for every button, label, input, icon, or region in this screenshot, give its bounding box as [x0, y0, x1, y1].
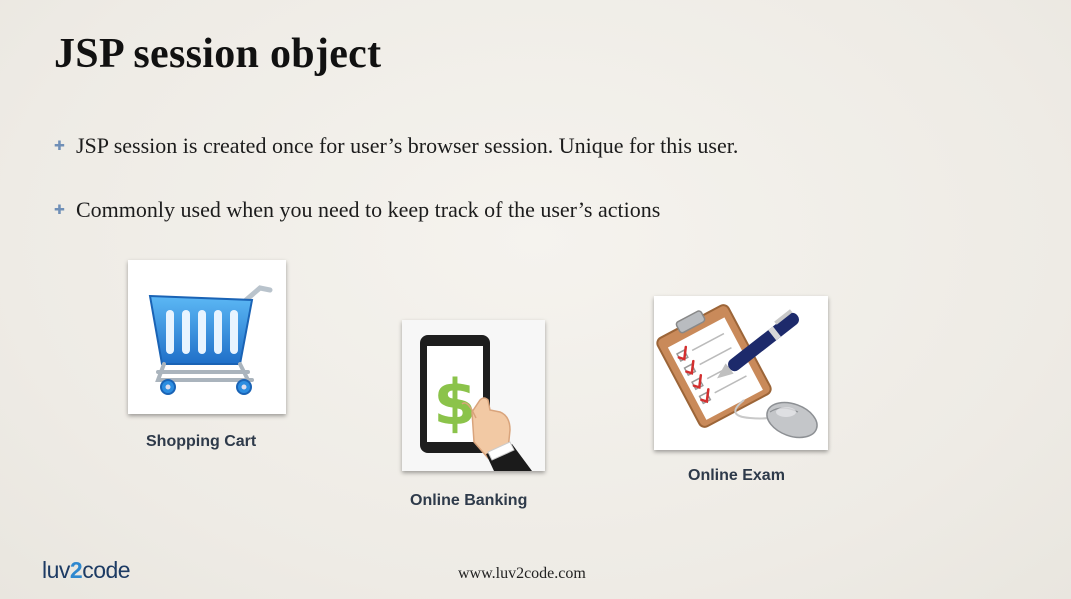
slide-background: JSP session object ✚ JSP session is crea…	[0, 0, 1071, 599]
footer-url: www.luv2code.com	[458, 565, 586, 582]
online-banking-image: $	[402, 320, 545, 471]
online-exam-caption: Online Exam	[688, 467, 785, 484]
logo-part-2: 2	[69, 557, 83, 583]
bullet-text-2: Commonly used when you need to keep trac…	[76, 197, 661, 222]
slide-title: JSP session object	[54, 31, 382, 77]
bullet-item-2: ✚ Commonly used when you need to keep tr…	[54, 197, 660, 223]
online-exam-image	[654, 296, 828, 450]
bullet-item-1: ✚ JSP session is created once for user’s…	[54, 133, 738, 159]
shopping-cart-image	[128, 260, 286, 414]
clipboard-pen-mouse-icon	[656, 304, 818, 439]
online-banking-caption: Online Banking	[410, 492, 528, 509]
bullet-text-1: JSP session is created once for user’s b…	[76, 133, 739, 158]
luv2code-logo: luv2code	[42, 557, 131, 584]
logo-part-code: code	[82, 557, 131, 583]
bullet-mark-icon: ✚	[54, 202, 65, 217]
svg-text:$: $	[433, 366, 476, 439]
bullet-mark-icon: ✚	[54, 138, 65, 153]
logo-part-luv: luv	[42, 557, 70, 583]
shopping-cart-caption: Shopping Cart	[146, 433, 257, 450]
tablet-dollar-icon: $	[402, 320, 545, 471]
shopping-cart-icon	[148, 285, 273, 395]
